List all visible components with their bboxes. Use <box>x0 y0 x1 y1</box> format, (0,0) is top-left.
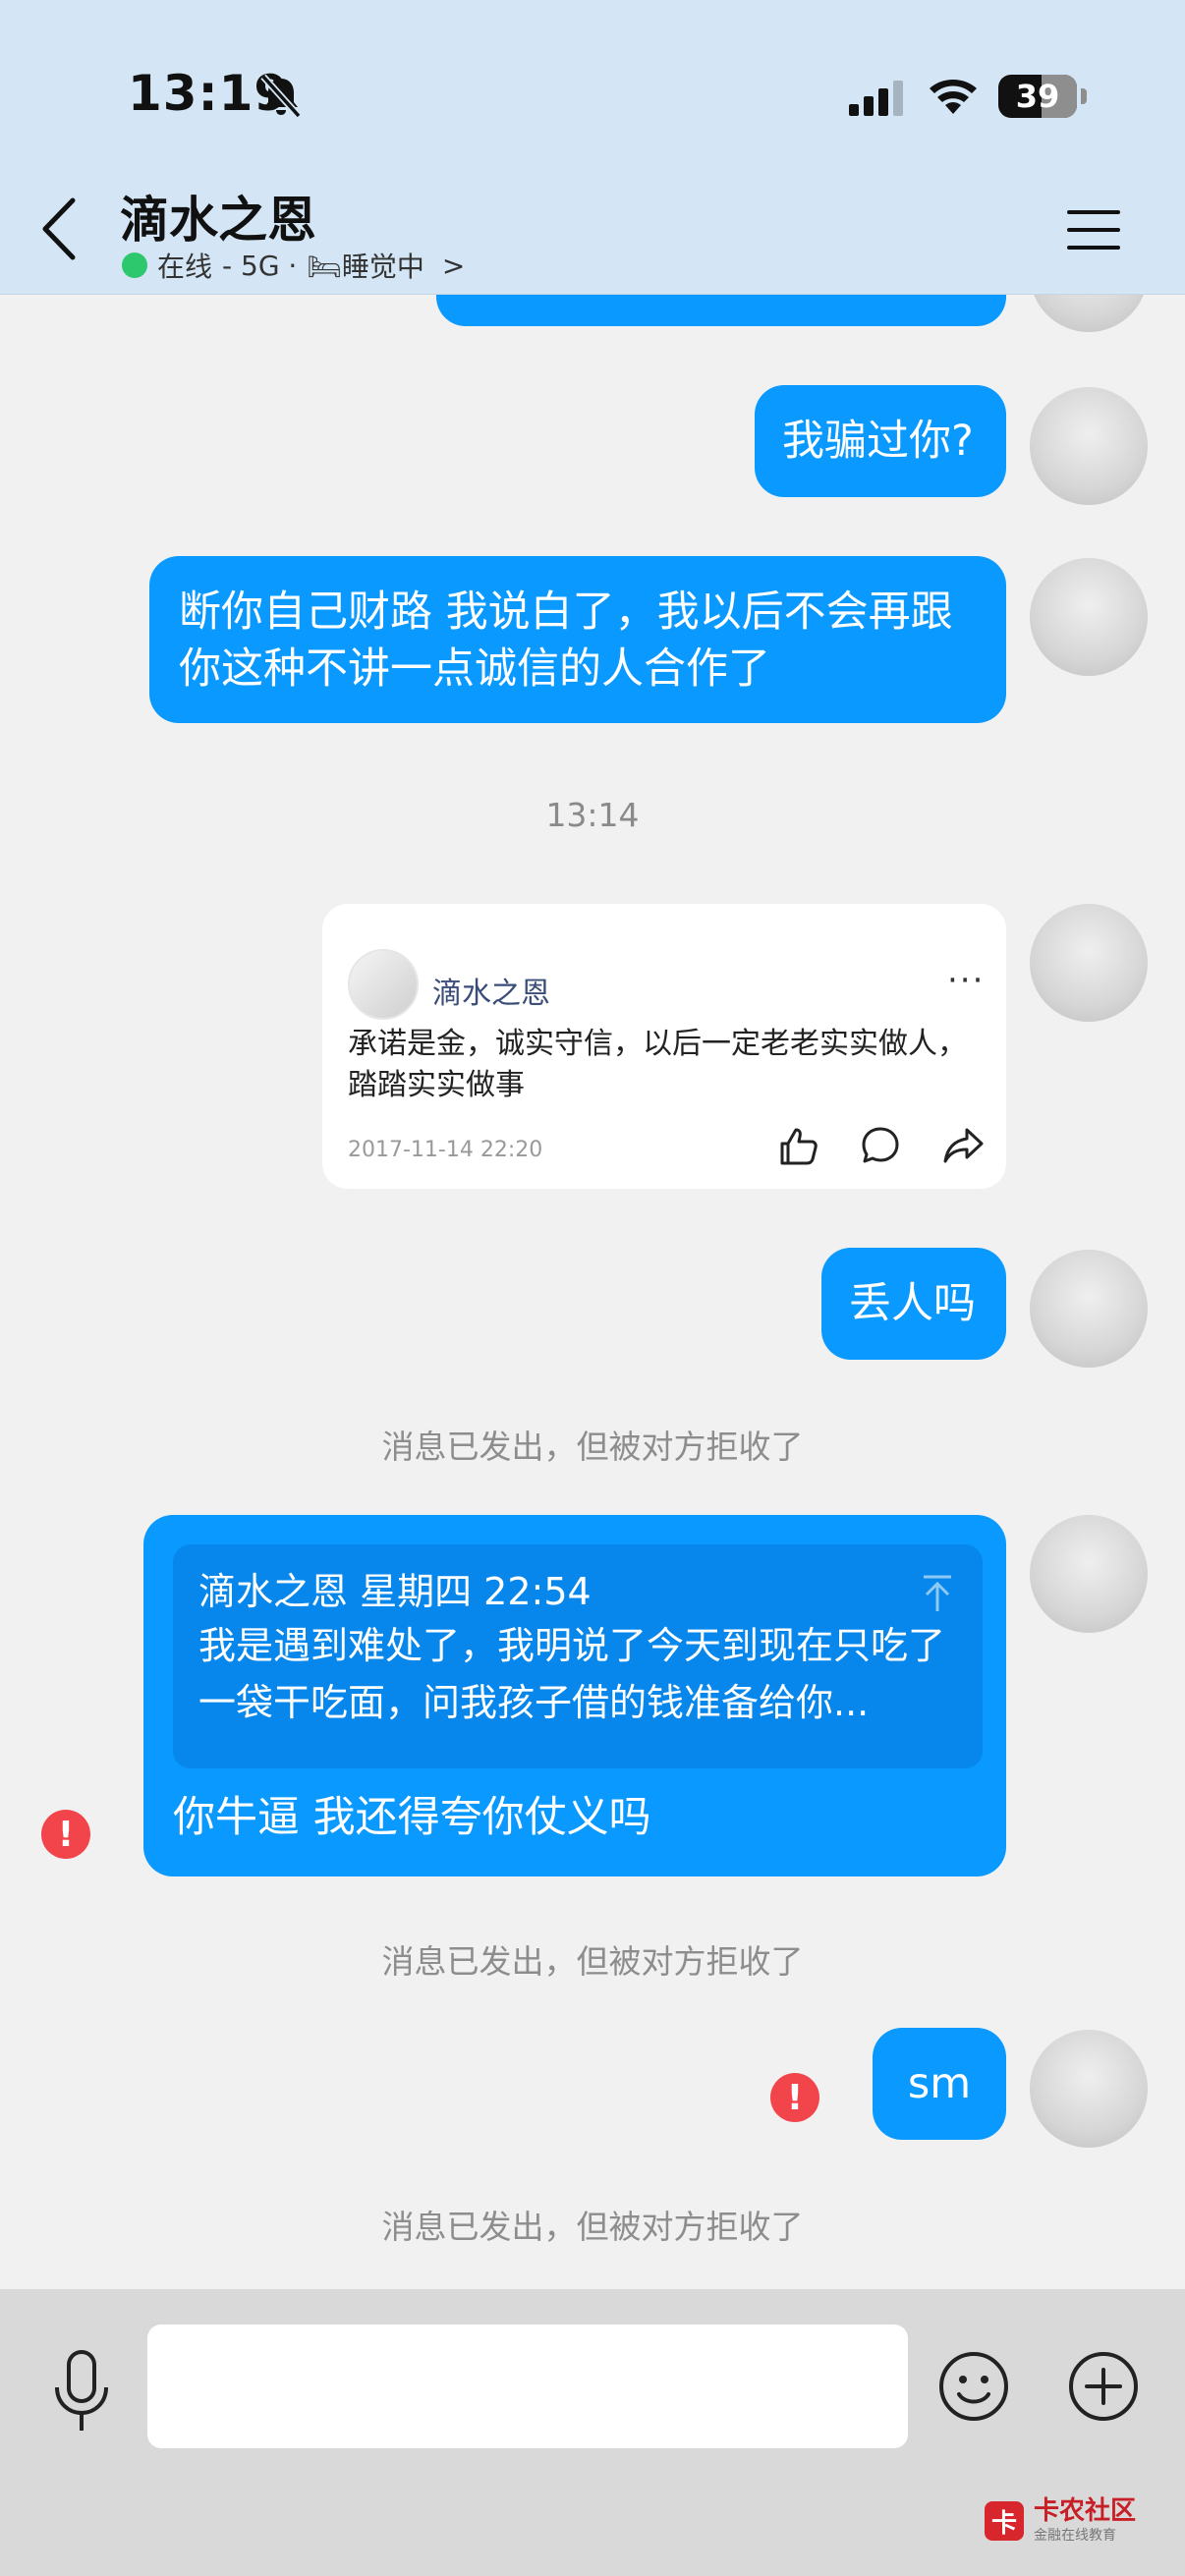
jump-to-original-icon[interactable] <box>920 1574 955 1613</box>
time-divider: 13:14 <box>545 796 640 834</box>
header: 13:19 39 滴水之恩 在线 - 5G · 🛏睡觉中 > <box>0 0 1185 295</box>
rejected-notice: 消息已发出，但被对方拒收了 <box>381 2208 804 2246</box>
avatar[interactable] <box>1030 558 1148 676</box>
card-username: 滴水之恩 <box>432 977 550 1011</box>
rejected-notice: 消息已发出，但被对方拒收了 <box>381 1428 804 1466</box>
message-text: sm <box>907 2059 972 2108</box>
presence-custom-status: 🛏睡觉中 <box>307 251 424 283</box>
card-date: 2017-11-14 22:20 <box>348 1138 543 1162</box>
back-icon[interactable] <box>35 195 85 263</box>
chat-area[interactable]: 我骗过你? 断你自己财路 我说白了，我以后不会再跟你这种不讲一点诚信的人合作了 … <box>0 0 1185 2289</box>
card-avatar <box>348 949 419 1020</box>
send-failed-icon[interactable]: ! <box>41 1810 90 1859</box>
comment-icon[interactable] <box>857 1122 904 1169</box>
avatar[interactable] <box>1030 387 1148 505</box>
message-text: 你牛逼 我还得夸你仗义吗 <box>173 1793 651 1842</box>
watermark-title: 卡农社区 <box>1034 2496 1137 2526</box>
rejected-notice: 消息已发出，但被对方拒收了 <box>381 1942 804 1981</box>
shared-post-card[interactable]: 滴水之恩 ··· 承诺是金，诚实守信，以后一定老老实实做人，踏踏实实做事 201… <box>322 904 1006 1189</box>
message-text: 断你自己财路 我说白了，我以后不会再跟你这种不讲一点诚信的人合作了 <box>179 588 953 694</box>
presence-online: 在线 <box>157 251 213 283</box>
avatar[interactable] <box>1030 1250 1148 1368</box>
chevron-right-icon: > <box>441 249 466 282</box>
message-input[interactable] <box>147 2324 908 2448</box>
like-icon[interactable] <box>774 1122 821 1169</box>
quoted-message[interactable]: 滴水之恩 星期四 22:54 我是遇到难处了，我明说了今天到现在只吃了一袋干吃面… <box>173 1544 983 1768</box>
reply-message-bubble[interactable]: 滴水之恩 星期四 22:54 我是遇到难处了，我明说了今天到现在只吃了一袋干吃面… <box>143 1515 1006 1876</box>
message-bubble[interactable]: sm <box>873 2028 1006 2140</box>
quote-body: 我是遇到难处了，我明说了今天到现在只吃了一袋干吃面，问我孩子借的钱准备给你... <box>198 1624 946 1724</box>
battery-cap <box>1081 88 1087 104</box>
share-icon[interactable] <box>939 1122 987 1169</box>
card-content: 承诺是金，诚实守信，以后一定老老实实做人，踏踏实实做事 <box>348 1027 967 1102</box>
presence-status[interactable]: 在线 - 5G · 🛏睡觉中 > <box>122 246 465 285</box>
wifi-icon <box>930 80 977 114</box>
bell-muted-icon <box>260 74 302 119</box>
plus-icon[interactable] <box>1067 2350 1140 2423</box>
battery-level: 39 <box>1015 78 1060 115</box>
watermark-logo: 卡 <box>985 2501 1024 2541</box>
presence-network: - 5G · <box>222 249 298 282</box>
microphone-icon[interactable] <box>49 2348 114 2436</box>
avatar[interactable] <box>1030 1515 1148 1633</box>
input-bar: 卡 卡农社区 金融在线教育 <box>0 2289 1185 2576</box>
message-bubble[interactable]: 丢人吗 <box>821 1248 1006 1360</box>
message-text: 丢人吗 <box>849 1279 976 1328</box>
send-failed-icon[interactable]: ! <box>770 2073 819 2122</box>
message-bubble[interactable]: 断你自己财路 我说白了，我以后不会再跟你这种不讲一点诚信的人合作了 <box>149 556 1006 723</box>
message-bubble[interactable]: 我骗过你? <box>755 385 1006 497</box>
watermark: 卡 卡农社区 金融在线教育 <box>985 2497 1136 2545</box>
cellular-signal-icon <box>849 81 903 116</box>
menu-icon[interactable] <box>1067 206 1120 253</box>
message-text: 我骗过你? <box>782 417 974 466</box>
more-icon[interactable]: ··· <box>947 961 985 1000</box>
avatar[interactable] <box>1030 2030 1148 2148</box>
emoji-icon[interactable] <box>937 2350 1010 2423</box>
battery-icon: 39 <box>998 75 1077 118</box>
quote-header: 滴水之恩 星期四 22:54 <box>198 1570 592 1613</box>
contact-name[interactable]: 滴水之恩 <box>120 181 316 252</box>
avatar[interactable] <box>1030 904 1148 1022</box>
online-dot-icon <box>122 252 147 278</box>
watermark-subtitle: 金融在线教育 <box>1034 2528 1116 2544</box>
